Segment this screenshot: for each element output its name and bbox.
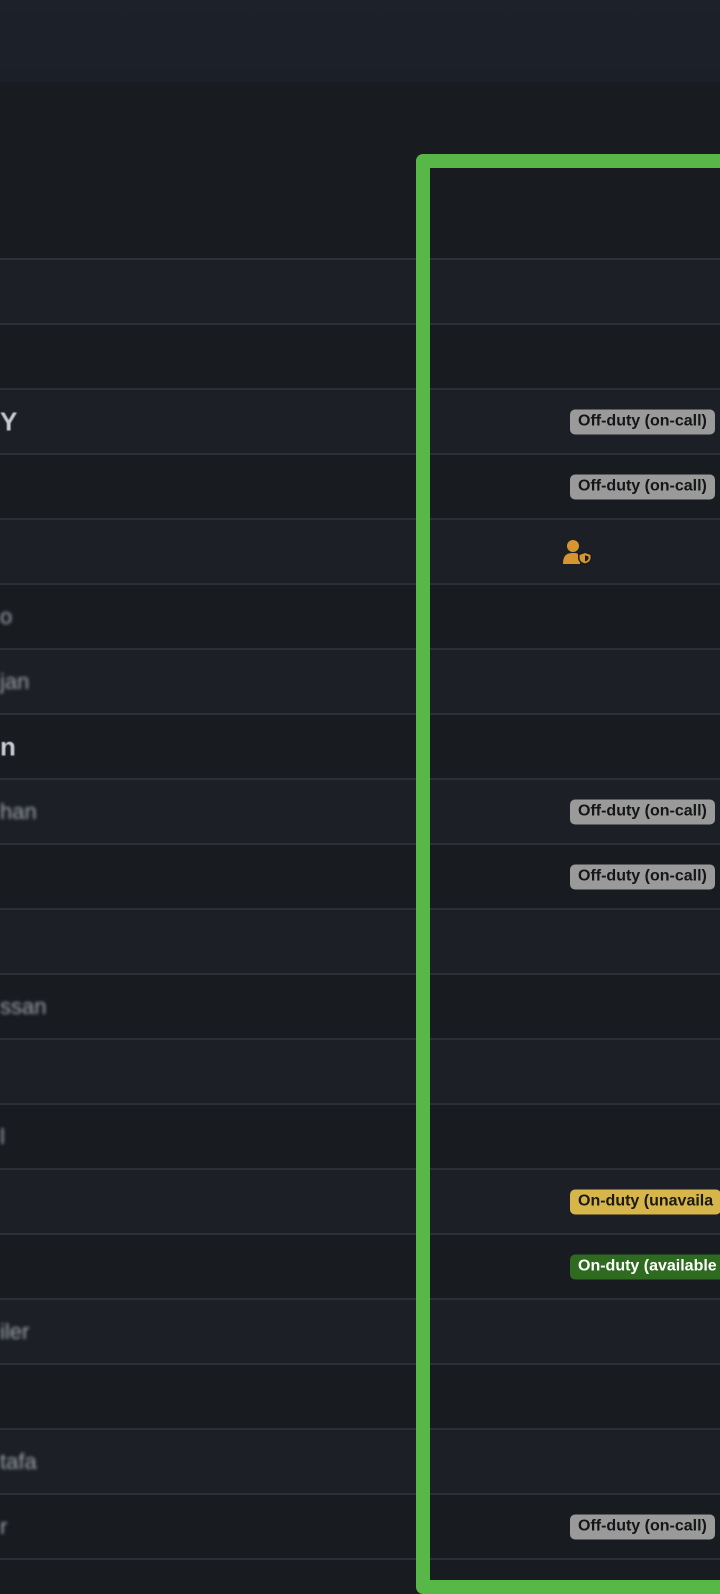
table-row[interactable]: han Off-duty (on-call) <box>0 780 720 845</box>
table-row[interactable] <box>0 260 720 325</box>
user-name: iler <box>0 1318 30 1344</box>
user-name: jan <box>0 668 30 694</box>
user-name: l <box>0 1123 5 1149</box>
status-badge: Off-duty (on-call) <box>570 799 715 824</box>
table-row[interactable]: n <box>0 715 720 780</box>
user-name: Y <box>0 406 18 436</box>
table-row[interactable]: On-duty (available <box>0 1235 720 1300</box>
user-name: n <box>0 731 16 761</box>
table-row[interactable]: Y Off-duty (on-call) <box>0 390 720 455</box>
table-row[interactable]: o <box>0 585 720 650</box>
user-shield-icon <box>563 539 592 565</box>
roster-table: Y Off-duty (on-call) Off-duty (on-call) … <box>0 258 720 1560</box>
table-row[interactable]: ssan <box>0 975 720 1040</box>
user-name: han <box>0 798 37 824</box>
table-row[interactable]: l <box>0 1105 720 1170</box>
table-row[interactable] <box>0 520 720 585</box>
table-row[interactable]: r Off-duty (on-call) <box>0 1495 720 1560</box>
status-badge: Off-duty (on-call) <box>570 1514 715 1539</box>
table-row[interactable]: tafa <box>0 1430 720 1495</box>
table-row[interactable] <box>0 1040 720 1105</box>
table-row[interactable] <box>0 910 720 975</box>
status-badge: Off-duty (on-call) <box>570 409 715 434</box>
top-bar <box>0 0 720 82</box>
table-row[interactable]: Off-duty (on-call) <box>0 845 720 910</box>
user-name: ssan <box>0 993 47 1019</box>
table-row[interactable]: jan <box>0 650 720 715</box>
user-name: o <box>0 603 13 629</box>
table-row[interactable]: Off-duty (on-call) <box>0 455 720 520</box>
table-row[interactable]: iler <box>0 1300 720 1365</box>
table-row[interactable] <box>0 1365 720 1430</box>
table-row[interactable] <box>0 325 720 390</box>
status-badge: Off-duty (on-call) <box>570 474 715 499</box>
status-badge: On-duty (available <box>570 1254 720 1279</box>
status-badge: On-duty (unavaila <box>570 1189 720 1214</box>
status-badge: Off-duty (on-call) <box>570 864 715 889</box>
user-name: tafa <box>0 1448 37 1474</box>
table-row[interactable]: On-duty (unavaila <box>0 1170 720 1235</box>
user-name: r <box>0 1513 8 1539</box>
